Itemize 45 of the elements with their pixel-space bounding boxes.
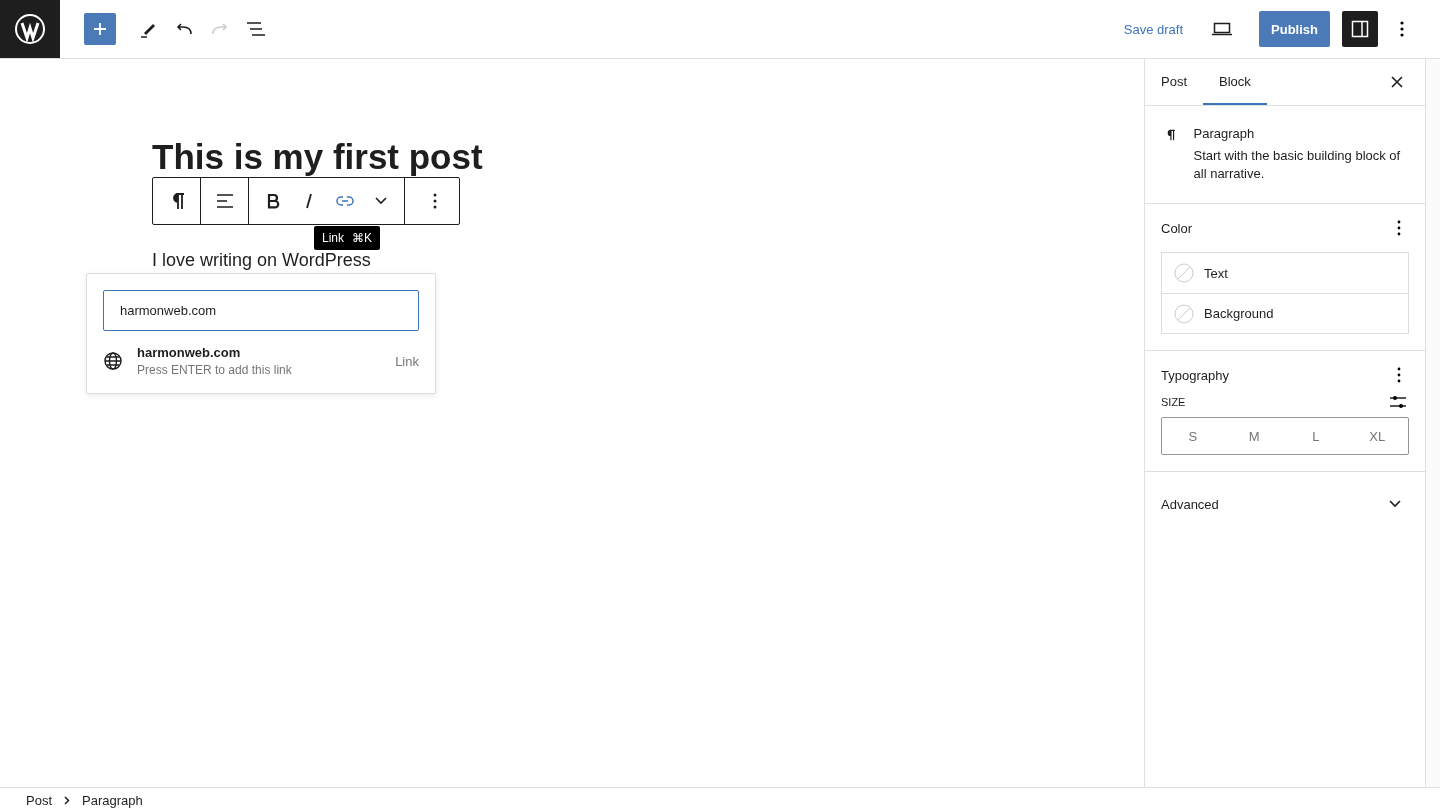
breadcrumb-item[interactable]: Paragraph bbox=[82, 792, 143, 808]
suggestion-title: harmonweb.com bbox=[137, 345, 242, 360]
laptop-icon[interactable] bbox=[1211, 21, 1234, 37]
sliders-icon[interactable] bbox=[1389, 395, 1407, 409]
suggestion-hint: Press ENTER to add this link bbox=[137, 363, 293, 377]
url-input[interactable]: harmonweb.com bbox=[103, 290, 419, 331]
suggestion-type: Link bbox=[395, 353, 419, 369]
post-title[interactable]: This is my first post bbox=[152, 139, 483, 175]
advanced-toggle[interactable]: Advanced bbox=[1161, 496, 1409, 512]
more-options-icon[interactable] bbox=[1397, 220, 1401, 236]
size-option[interactable]: L bbox=[1285, 418, 1347, 454]
size-option[interactable]: M bbox=[1223, 418, 1285, 454]
close-icon[interactable] bbox=[1391, 76, 1403, 88]
color-option[interactable]: Background bbox=[1162, 293, 1408, 333]
settings-button[interactable] bbox=[1342, 11, 1378, 47]
add-block-button[interactable] bbox=[84, 13, 116, 45]
save-draft-button[interactable]: Save draft bbox=[1119, 13, 1188, 45]
link-suggestion[interactable]: harmonweb.com Press ENTER to add this link Link bbox=[103, 345, 419, 377]
panel-title: Typography bbox=[1161, 367, 1229, 383]
block-name: Paragraph bbox=[1193, 126, 1256, 141]
sidebar-tab[interactable]: Post bbox=[1145, 59, 1203, 105]
plus-icon bbox=[92, 21, 108, 37]
tooltip-shortcut: ⌘K bbox=[352, 231, 373, 245]
chevron-down-icon bbox=[1389, 500, 1401, 508]
publish-button[interactable]: Publish bbox=[1259, 11, 1330, 47]
logo-icon bbox=[14, 13, 46, 45]
sidebar-tab[interactable]: Block bbox=[1203, 59, 1267, 105]
size-option[interactable]: S bbox=[1162, 418, 1224, 454]
panel-title: Color bbox=[1161, 220, 1193, 236]
globe-icon bbox=[103, 351, 123, 371]
sidebar-icon bbox=[1351, 20, 1369, 38]
no-color-icon bbox=[1174, 263, 1194, 283]
breadcrumb-item[interactable]: Post bbox=[26, 792, 52, 808]
size-label: SIZE bbox=[1161, 396, 1186, 408]
wordpress-logo[interactable] bbox=[0, 0, 60, 58]
color-option[interactable]: Text bbox=[1162, 253, 1408, 293]
block-description: Start with the basic building block of all narrative. bbox=[1193, 147, 1402, 183]
no-color-icon bbox=[1174, 303, 1194, 324]
list-view-icon[interactable] bbox=[246, 21, 266, 37]
tooltip-label: Link bbox=[322, 231, 344, 245]
more-options-icon[interactable] bbox=[1397, 367, 1401, 383]
paragraph-text[interactable]: I love writing on WordPress bbox=[152, 250, 371, 270]
size-option[interactable]: XL bbox=[1346, 418, 1408, 454]
chevron-right-icon bbox=[64, 795, 70, 805]
more-options-icon[interactable] bbox=[1400, 20, 1404, 38]
